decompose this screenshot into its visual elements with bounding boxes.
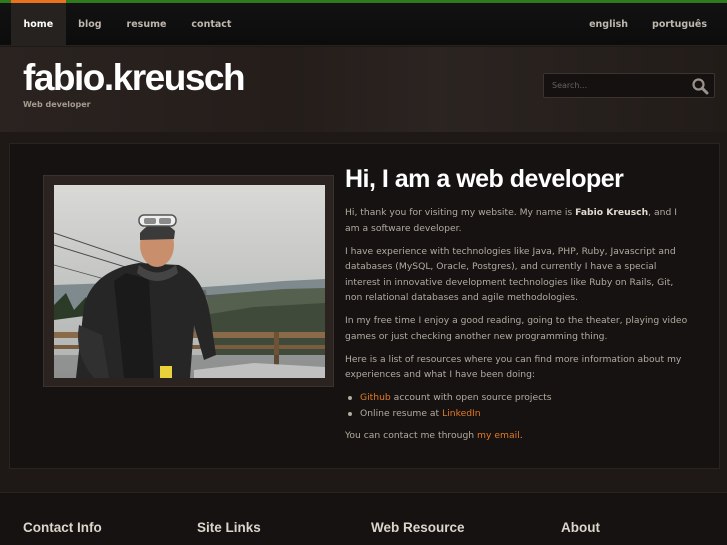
intro-text-before: Hi, thank you for visiting my website. M… xyxy=(345,207,576,218)
nav-item-contact[interactable]: contact xyxy=(179,3,244,46)
linkedin-link[interactable]: LinkedIn xyxy=(442,408,481,419)
github-link[interactable]: Github xyxy=(360,392,391,403)
github-description: account with open source projects xyxy=(390,392,552,403)
nav-item-blog[interactable]: blog xyxy=(66,3,114,46)
site-logo[interactable]: fabio.kreusch xyxy=(23,57,246,99)
resources-list: Github account with open source projects… xyxy=(345,390,690,421)
intro-article: Hi, I am a web developer Hi, thank you f… xyxy=(345,164,690,451)
language-switcher: english português xyxy=(589,3,707,46)
free-time-paragraph: In my free time I enjoy a good reading, … xyxy=(345,315,688,342)
page-title: Hi, I am a web developer xyxy=(345,165,624,193)
list-item-linkedin: Online resume at LinkedIn xyxy=(345,406,690,422)
email-link[interactable]: my email xyxy=(477,430,520,441)
search-box xyxy=(543,73,715,98)
contact-paragraph: You can contact me through my email. xyxy=(345,428,690,444)
linkedin-description: Online resume at xyxy=(360,407,443,419)
main-content: Hi, I am a web developer Hi, thank you f… xyxy=(9,143,720,469)
nav-link-home[interactable]: home xyxy=(24,19,54,30)
photo-frame xyxy=(43,175,334,387)
nav-link-contact[interactable]: contact xyxy=(191,19,231,30)
portrait-photo xyxy=(54,185,325,378)
list-item-github: Github account with open source projects xyxy=(345,390,690,406)
nav-left: home blog resume contact xyxy=(11,0,244,46)
search-input[interactable] xyxy=(544,74,684,97)
nav-item-home[interactable]: home xyxy=(11,0,66,46)
footer-heading-site-links: Site Links xyxy=(197,520,261,535)
language-english-link[interactable]: english xyxy=(589,19,628,30)
site-tagline: Web developer xyxy=(23,100,91,109)
contact-text-before: You can contact me through xyxy=(345,430,478,441)
footer-heading-contact-info: Contact Info xyxy=(23,520,102,535)
nav-link-resume[interactable]: resume xyxy=(127,19,167,30)
site-footer: Contact Info Site Links Web Resource Abo… xyxy=(0,492,727,545)
contact-text-after: . xyxy=(519,430,523,441)
language-portuguese-link[interactable]: português xyxy=(652,19,707,30)
footer-heading-web-resource: Web Resource xyxy=(371,520,465,535)
nav-link-blog[interactable]: blog xyxy=(78,19,101,30)
nav-item-resume[interactable]: resume xyxy=(114,3,179,46)
site-header: fabio.kreusch Web developer xyxy=(0,47,727,132)
main-navigation: home blog resume contact english portugu… xyxy=(0,0,727,46)
experience-paragraph: I have experience with technologies like… xyxy=(345,245,676,304)
footer-heading-about: About xyxy=(561,520,600,535)
magnifier-icon xyxy=(692,78,709,95)
author-name: Fabio Kreusch xyxy=(575,207,649,218)
intro-paragraph: Hi, thank you for visiting my website. M… xyxy=(345,205,690,236)
search-button[interactable] xyxy=(691,77,709,95)
resources-paragraph: Here is a list of resources where you ca… xyxy=(345,353,682,381)
